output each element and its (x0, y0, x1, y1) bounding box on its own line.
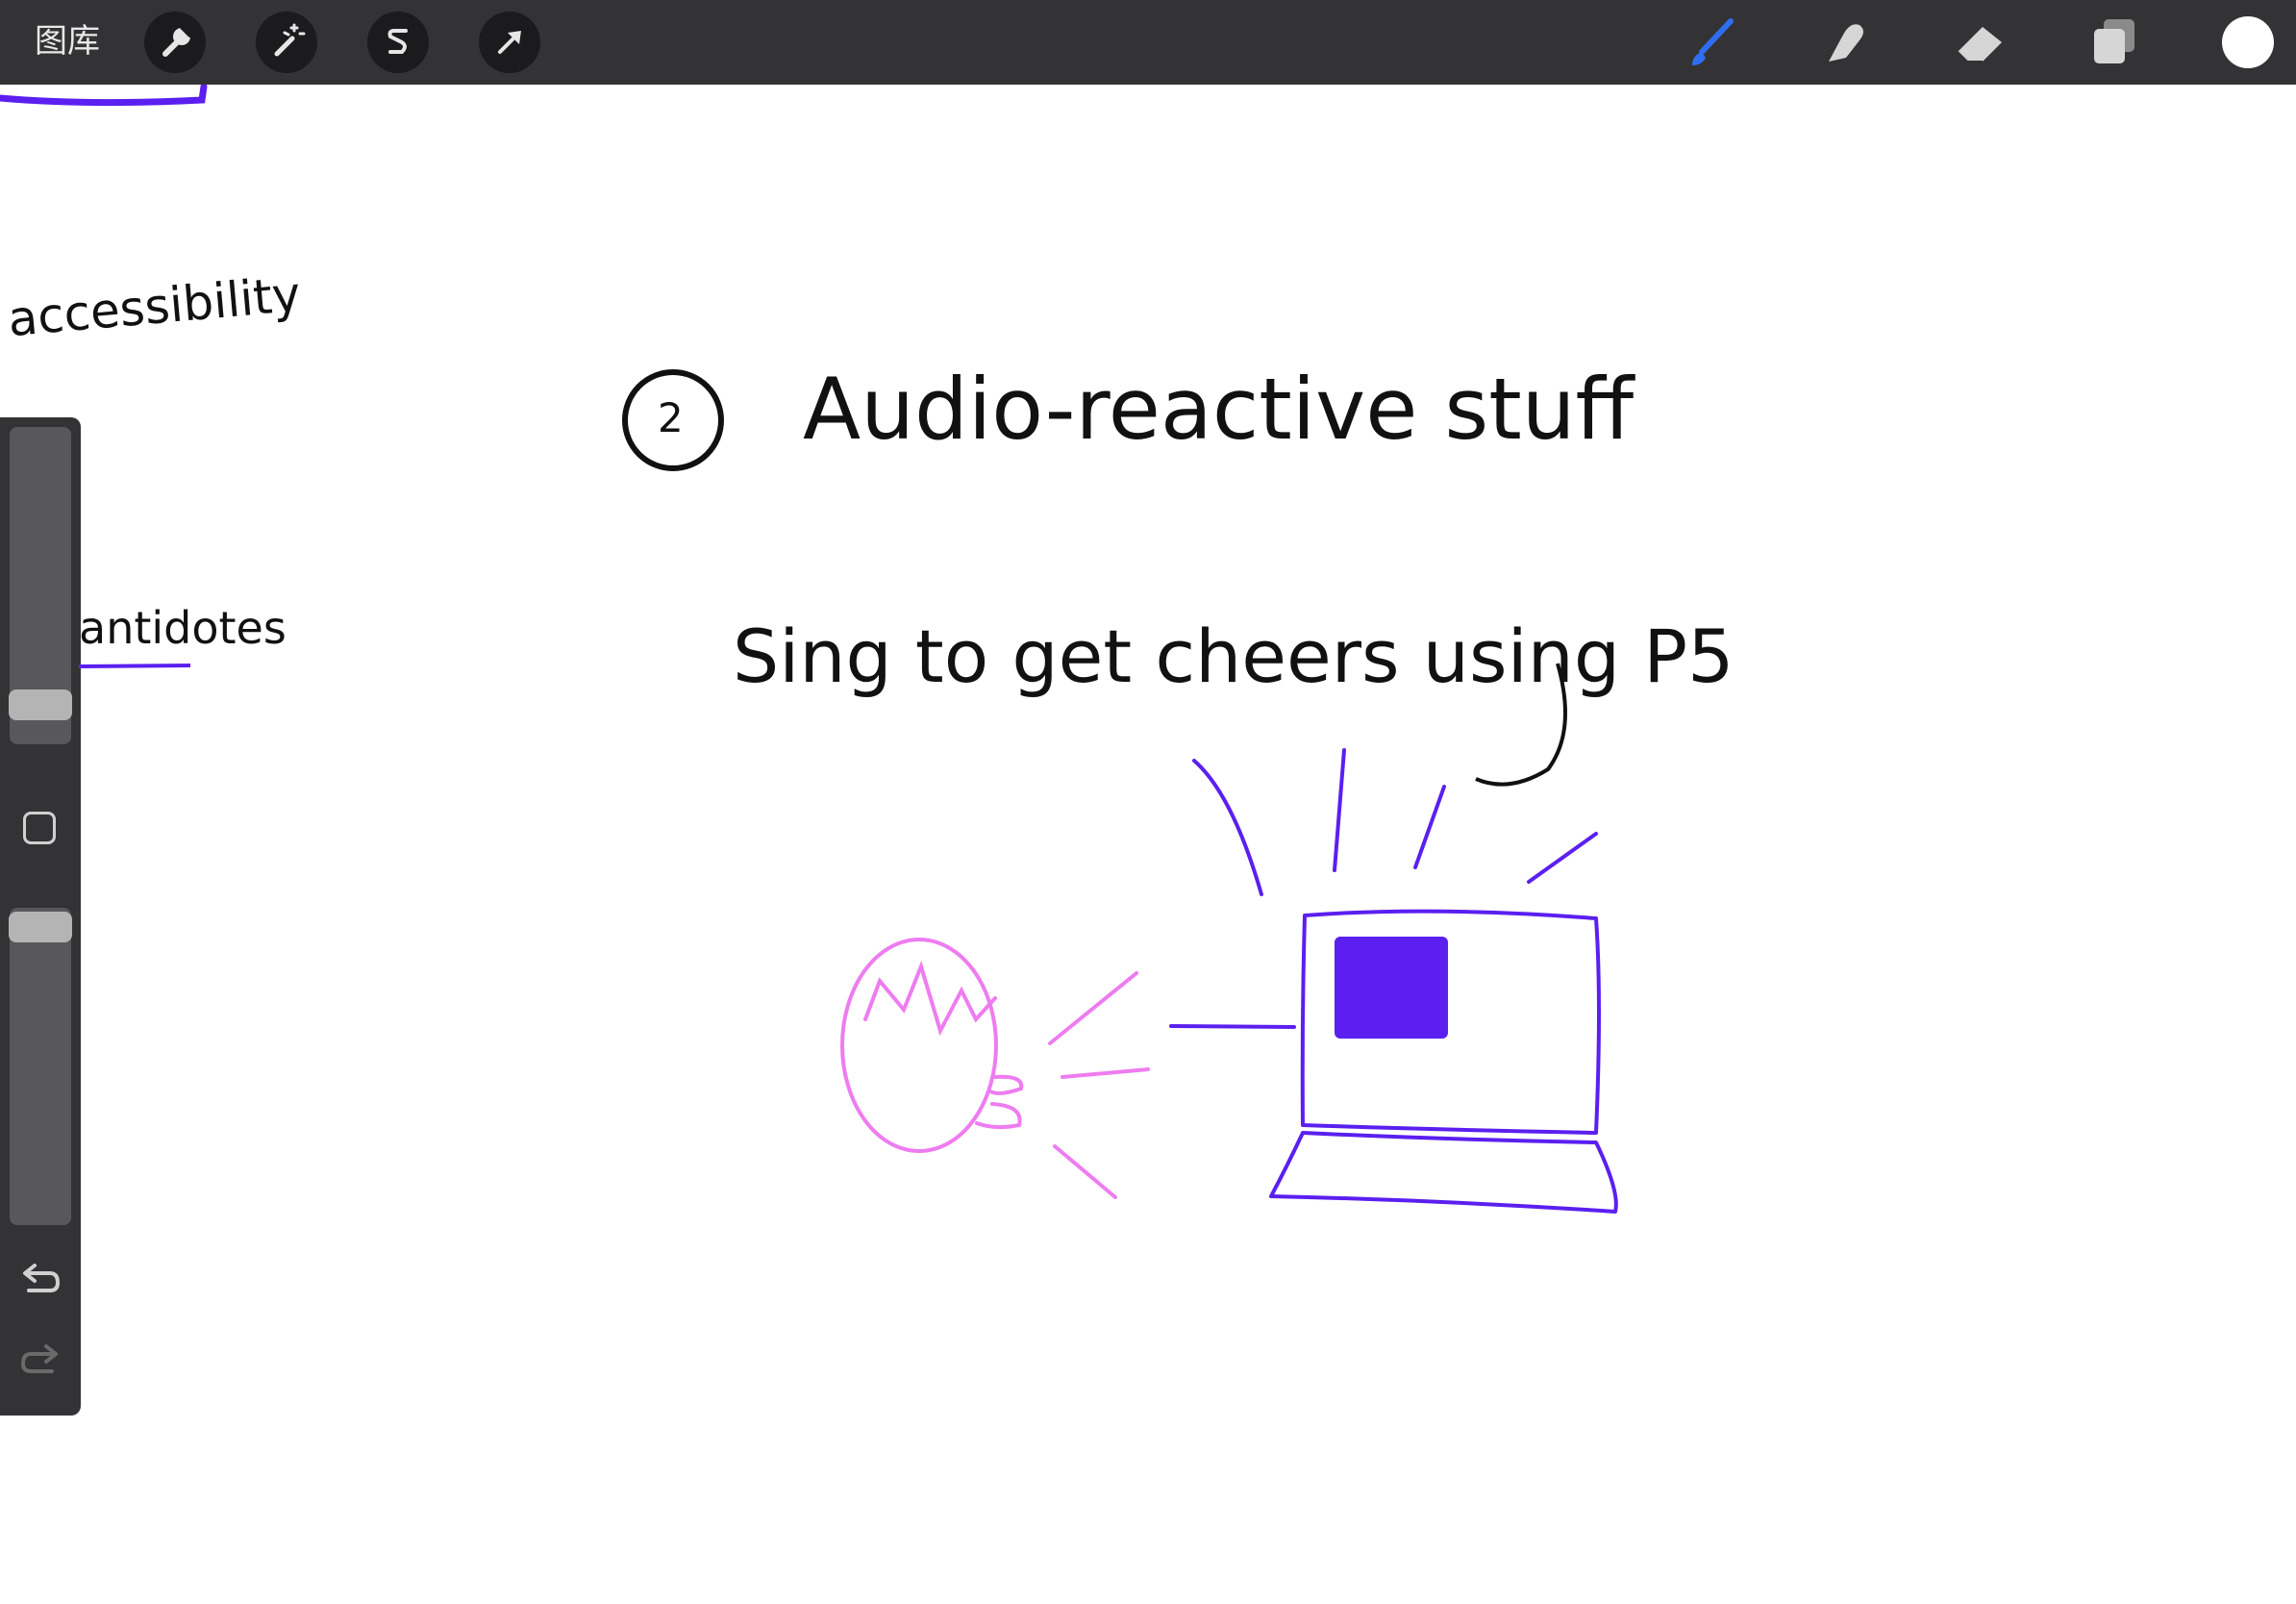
subheading-sing-to-get-cheers: Sing to get cheers using P5 (733, 614, 1734, 699)
brush-tool-button[interactable] (1683, 13, 1740, 71)
selection-s-icon (387, 29, 408, 54)
arrow-cursor-icon (498, 31, 521, 54)
heading-audio-reactive: Audio-reactive stuff (803, 360, 1635, 459)
singing-face-sketch (840, 938, 1150, 1199)
purple-stroke-top (0, 85, 208, 107)
color-picker-button[interactable] (2222, 16, 2274, 68)
antidotes-underline (78, 664, 191, 668)
heading-number: 2 (658, 394, 684, 441)
laptop-sketch (1169, 748, 1618, 1214)
layers-icon (2094, 19, 2134, 63)
note-antidotes: antidotes (79, 602, 287, 654)
drawing-canvas[interactable] (0, 85, 2296, 1604)
actions-button[interactable] (144, 12, 206, 73)
eraser-icon (1957, 27, 2002, 63)
wrench-icon (162, 24, 193, 57)
brush-icon (1692, 18, 1734, 65)
magic-wand-icon (274, 23, 306, 57)
gallery-button[interactable]: 图库 (35, 21, 100, 62)
transform-button[interactable] (479, 12, 540, 73)
selection-button[interactable] (367, 12, 429, 73)
eraser-tool-button[interactable] (1952, 13, 2009, 71)
layers-button[interactable] (2086, 13, 2144, 71)
smudge-finger-icon (1829, 24, 1863, 62)
smudge-tool-button[interactable] (1817, 13, 1875, 71)
top-toolbar: 图库 (0, 0, 2296, 85)
adjustments-button[interactable] (256, 12, 317, 73)
